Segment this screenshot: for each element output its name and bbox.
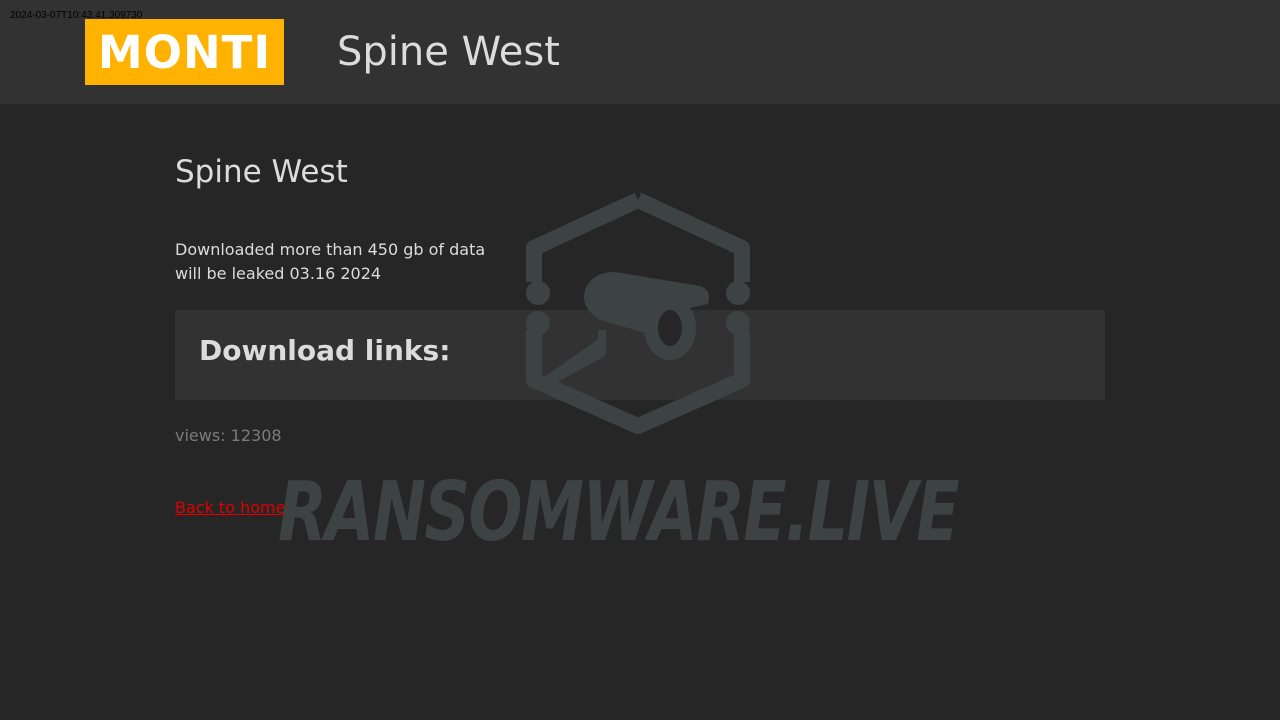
top-bar: MONTI Spine West (0, 0, 1280, 104)
watermark-text: RANSOMWARE.LIVE (278, 465, 959, 560)
back-to-home-link[interactable]: Back to home (175, 497, 285, 519)
monti-logo[interactable]: MONTI (85, 19, 284, 85)
header-title: Spine West (337, 29, 560, 75)
download-links-panel: Download links: (175, 310, 1105, 400)
description-line-2: will be leaked 03.16 2024 (175, 264, 382, 283)
post-description: Downloaded more than 450 gb of data will… (175, 238, 485, 286)
page-title: Spine West (175, 154, 348, 190)
description-line-1: Downloaded more than 450 gb of data (175, 240, 486, 259)
download-links-heading: Download links: (199, 334, 451, 367)
timestamp: 2024-03-07T10:43:41.309730 (10, 10, 143, 21)
view-count: views: 12308 (175, 426, 282, 445)
logo-text: MONTI (97, 25, 272, 79)
